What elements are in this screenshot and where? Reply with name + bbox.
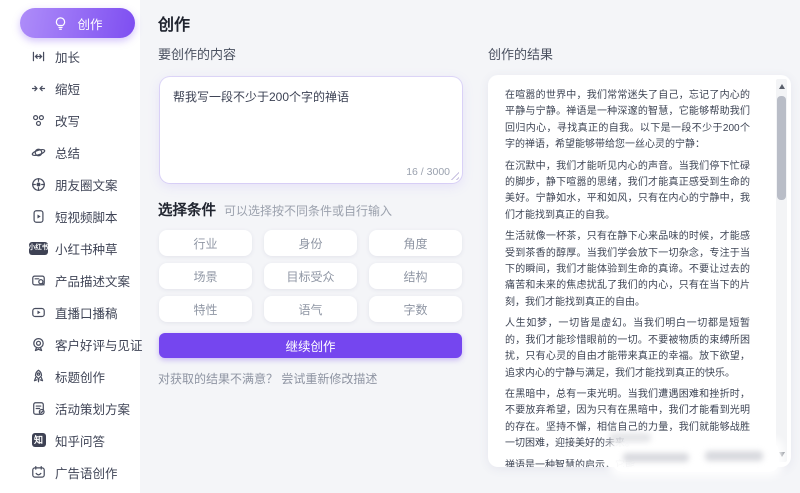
continue-create-button[interactable]: 继续创作 [159, 333, 462, 358]
sidebar: 创作加长缩短改写总结朋友圈文案短视频脚本小红书小红书种草产品描述文案直播口播稿客… [0, 0, 140, 493]
condition-button-industry[interactable]: 行业 [159, 230, 252, 256]
sidebar-item-product-description[interactable]: 产品描述文案 [0, 264, 140, 296]
sidebar-item-label: 朋友圈文案 [55, 175, 118, 194]
condition-button-scene[interactable]: 场景 [159, 263, 252, 289]
sidebar-item-lengthen[interactable]: 加长 [0, 40, 140, 72]
sidebar-item-short-video-script[interactable]: 短视频脚本 [0, 200, 140, 232]
sidebar-item-zhihu-qa[interactable]: 知知乎问答 [0, 424, 140, 456]
result-section-label: 创作的结果 [488, 44, 553, 63]
sidebar-item-label: 知乎问答 [55, 431, 105, 450]
rocket-icon [30, 368, 47, 385]
sidebar-item-label: 客户好评与见证 [55, 335, 143, 354]
lengthen-icon [30, 48, 47, 65]
condition-button-word-count[interactable]: 字数 [369, 296, 462, 322]
shorten-icon [30, 80, 47, 97]
sidebar-item-title-creation[interactable]: 标题创作 [0, 360, 140, 392]
sidebar-item-summarize[interactable]: 总结 [0, 136, 140, 168]
condition-button-identity[interactable]: 身份 [264, 230, 357, 256]
char-counter: 16 / 3000 [406, 166, 450, 178]
sidebar-item-customer-testimonial[interactable]: 客户好评与见证 [0, 328, 140, 360]
bulb-icon [52, 15, 69, 32]
watermark-smudge [705, 451, 763, 461]
result-card: 在喧嚣的世界中，我们常常迷失了自己，忘记了内心的平静与宁静。禅语是一种深邃的智慧… [488, 75, 791, 467]
scrollbar-thumb[interactable] [777, 96, 786, 200]
compose-section-label: 要创作的内容 [158, 44, 236, 63]
scrollbar-down-icon[interactable] [779, 452, 785, 457]
ad-icon [30, 464, 47, 481]
sidebar-item-label: 创作 [77, 14, 102, 33]
planet-icon [30, 144, 47, 161]
rewrite-icon [30, 112, 47, 129]
sidebar-item-livestream-script[interactable]: 直播口播稿 [0, 296, 140, 328]
scrollbar-up-icon[interactable] [779, 84, 785, 89]
result-paragraph: 生活就像一杯茶，只有在静下心来品味的时候，才能感受到茶香的醇厚。当我们学会放下一… [505, 229, 750, 311]
result-paragraph: 在喧嚣的世界中，我们常常迷失了自己，忘记了内心的平静与宁静。禅语是一种深邃的智慧… [505, 88, 750, 154]
sidebar-item-label: 总结 [55, 143, 80, 162]
zhihu-qa-badge-icon: 知 [30, 432, 47, 449]
retry-hint: 对获取的结果不满意？ 尝试重新修改描述 [158, 370, 377, 387]
sidebar-item-label: 广告语创作 [55, 463, 118, 482]
sidebar-item-label: 标题创作 [55, 367, 105, 386]
xiaohongshu-seeding-badge-icon: 小红书 [30, 240, 47, 257]
short-video-icon [30, 208, 47, 225]
sidebar-item-event-planning[interactable]: 活动策划方案 [0, 392, 140, 424]
condition-button-feature[interactable]: 特性 [159, 296, 252, 322]
sidebar-item-label: 产品描述文案 [55, 271, 130, 290]
badge-text: 知 [32, 433, 46, 447]
sidebar-item-create[interactable]: 创作 [20, 8, 135, 38]
sidebar-item-moments-copy[interactable]: 朋友圈文案 [0, 168, 140, 200]
sidebar-item-rewrite[interactable]: 改写 [0, 104, 140, 136]
condition-button-target-audience[interactable]: 目标受众 [264, 263, 357, 289]
condition-button-structure[interactable]: 结构 [369, 263, 462, 289]
watermark-blur [613, 442, 779, 472]
sidebar-item-label: 加长 [55, 47, 80, 66]
conditions-subtitle: 可以选择按不同条件或自行输入 [224, 204, 392, 218]
condition-button-tone[interactable]: 语气 [264, 296, 357, 322]
result-paragraph: 人生如梦，一切皆是虚幻。当我们明白一切都是短暂的，我们才能珍惜眼前的一切。不要被… [505, 316, 750, 382]
condition-button-angle[interactable]: 角度 [369, 230, 462, 256]
conditions-grid: 行业身份角度场景目标受众结构特性语气字数 [159, 230, 462, 322]
conditions-header: 选择条件可以选择按不同条件或自行输入 [158, 199, 392, 220]
sidebar-item-label: 小红书种草 [55, 239, 118, 258]
conditions-title: 选择条件 [158, 203, 216, 219]
sidebar-item-label: 直播口播稿 [55, 303, 118, 322]
result-text: 在喧嚣的世界中，我们常常迷失了自己，忘记了内心的平静与宁静。禅语是一种深邃的智慧… [505, 88, 750, 467]
compose-card: 帮我写一段不少于200个字的禅语 16 / 3000 [160, 77, 462, 183]
product-icon [30, 272, 47, 289]
sidebar-item-slogan-creation[interactable]: 广告语创作 [0, 456, 140, 488]
sidebar-item-label: 改写 [55, 111, 80, 130]
watermark-smudge [609, 433, 651, 442]
moments-icon [30, 176, 47, 193]
badge-text: 小红书 [29, 242, 49, 255]
sidebar-item-label: 活动策划方案 [55, 399, 130, 418]
livestream-icon [30, 304, 47, 321]
plan-icon [30, 400, 47, 417]
sidebar-item-xiaohongshu-seeding[interactable]: 小红书小红书种草 [0, 232, 140, 264]
medal-icon [30, 336, 47, 353]
sidebar-menu: 创作加长缩短改写总结朋友圈文案短视频脚本小红书小红书种草产品描述文案直播口播稿客… [0, 8, 140, 488]
result-scrollbar[interactable] [776, 79, 787, 462]
sidebar-item-label: 缩短 [55, 79, 80, 98]
sidebar-item-shorten[interactable]: 缩短 [0, 72, 140, 104]
result-paragraph: 在沉默中，我们才能听见内心的声音。当我们停下忙碌的脚步，静下喧嚣的思绪，我们才能… [505, 159, 750, 225]
sidebar-item-label: 短视频脚本 [55, 207, 118, 226]
page-title: 创作 [158, 11, 190, 35]
app-root: 创作加长缩短改写总结朋友圈文案短视频脚本小红书小红书种草产品描述文案直播口播稿客… [0, 0, 800, 493]
watermark-smudge [623, 453, 689, 462]
